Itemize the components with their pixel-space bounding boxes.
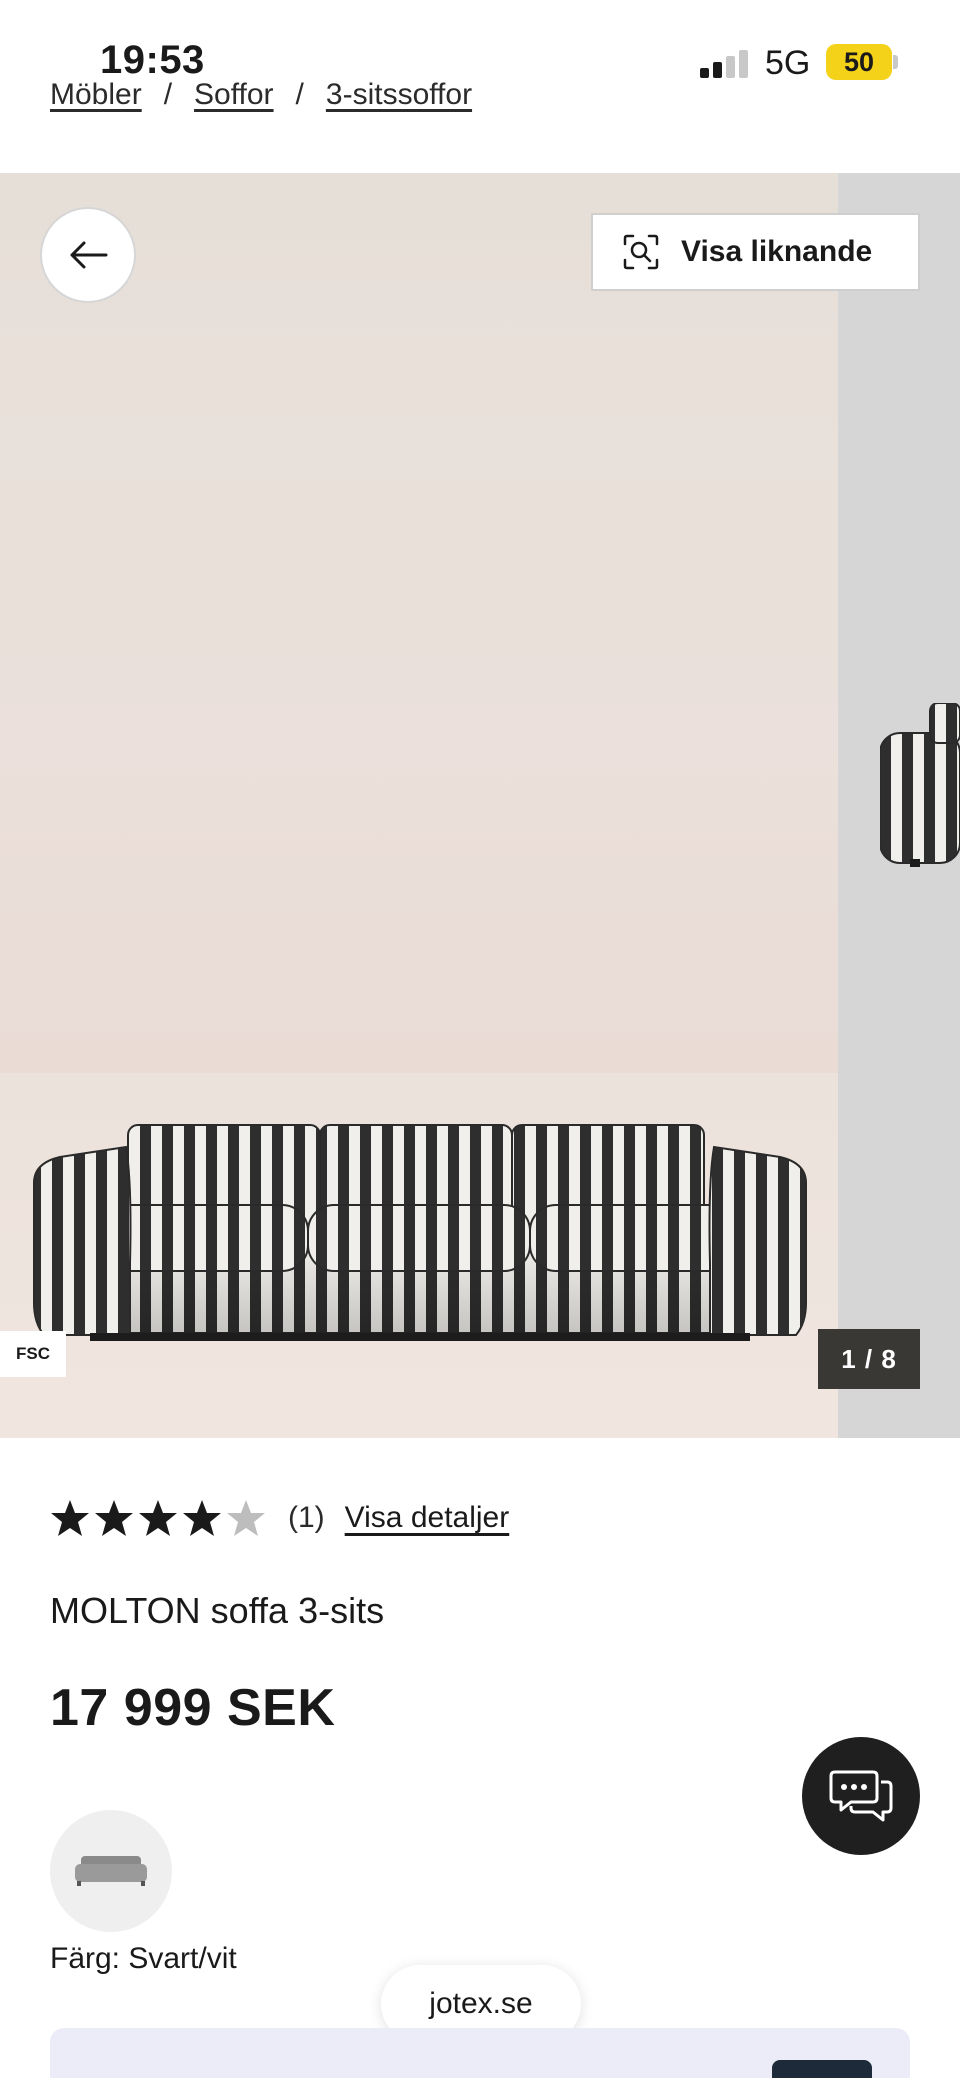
sofa-image-peek <box>880 703 960 867</box>
status-bar: 19:53 5G 50 <box>0 0 960 90</box>
visual-search-icon <box>623 234 659 270</box>
color-label: Färg: Svart/vit <box>50 1942 237 1975</box>
review-count: (1) <box>288 1501 325 1534</box>
breadcrumb-separator: / <box>163 78 173 111</box>
back-arrow-icon <box>70 241 108 269</box>
battery-cap <box>893 55 898 69</box>
battery-level: 50 <box>826 44 892 80</box>
product-name: MOLTON soffa 3-sits <box>50 1590 385 1631</box>
chat-button[interactable] <box>802 1737 920 1855</box>
star-icon <box>183 1500 221 1536</box>
sofa-image <box>33 1124 807 1341</box>
breadcrumb-item-soffor[interactable]: Soffor <box>194 78 274 112</box>
chat-icon <box>829 1770 893 1822</box>
star-rating <box>50 1498 266 1538</box>
product-image-gallery[interactable]: Visa liknande FSC 1 / 8 <box>0 173 960 1438</box>
status-time: 19:53 <box>100 38 205 82</box>
breadcrumb-separator: / <box>295 78 304 111</box>
star-icon <box>227 1500 265 1536</box>
signal-icon <box>700 50 752 78</box>
breadcrumb-item-3-sitssoffor[interactable]: 3-sitssoffor <box>326 78 472 112</box>
rating-row: (1) Visa detaljer <box>50 1498 509 1538</box>
promo-banner[interactable] <box>50 2028 910 2078</box>
product-price: 17 999 SEK <box>50 1679 336 1737</box>
star-icon <box>95 1500 133 1536</box>
product-image[interactable] <box>0 173 838 1438</box>
image-counter: 1 / 8 <box>818 1329 920 1389</box>
promo-badge <box>772 2060 872 2078</box>
sofa-thumbnail <box>75 1856 147 1886</box>
breadcrumb-item-mobler[interactable]: Möbler <box>50 78 142 112</box>
star-icon <box>139 1500 177 1536</box>
breadcrumb: Möbler / Soffor / 3-sitssoffor <box>50 78 472 112</box>
network-type: 5G <box>765 44 811 82</box>
color-swatch[interactable] <box>50 1810 172 1932</box>
show-similar-label: Visa liknande <box>681 235 873 268</box>
fsc-badge: FSC <box>0 1331 66 1377</box>
next-product-image-peek[interactable] <box>838 173 960 1438</box>
star-icon <box>51 1500 89 1536</box>
back-button[interactable] <box>40 207 136 303</box>
show-details-link[interactable]: Visa detaljer <box>345 1501 510 1535</box>
show-similar-button[interactable]: Visa liknande <box>591 213 920 291</box>
